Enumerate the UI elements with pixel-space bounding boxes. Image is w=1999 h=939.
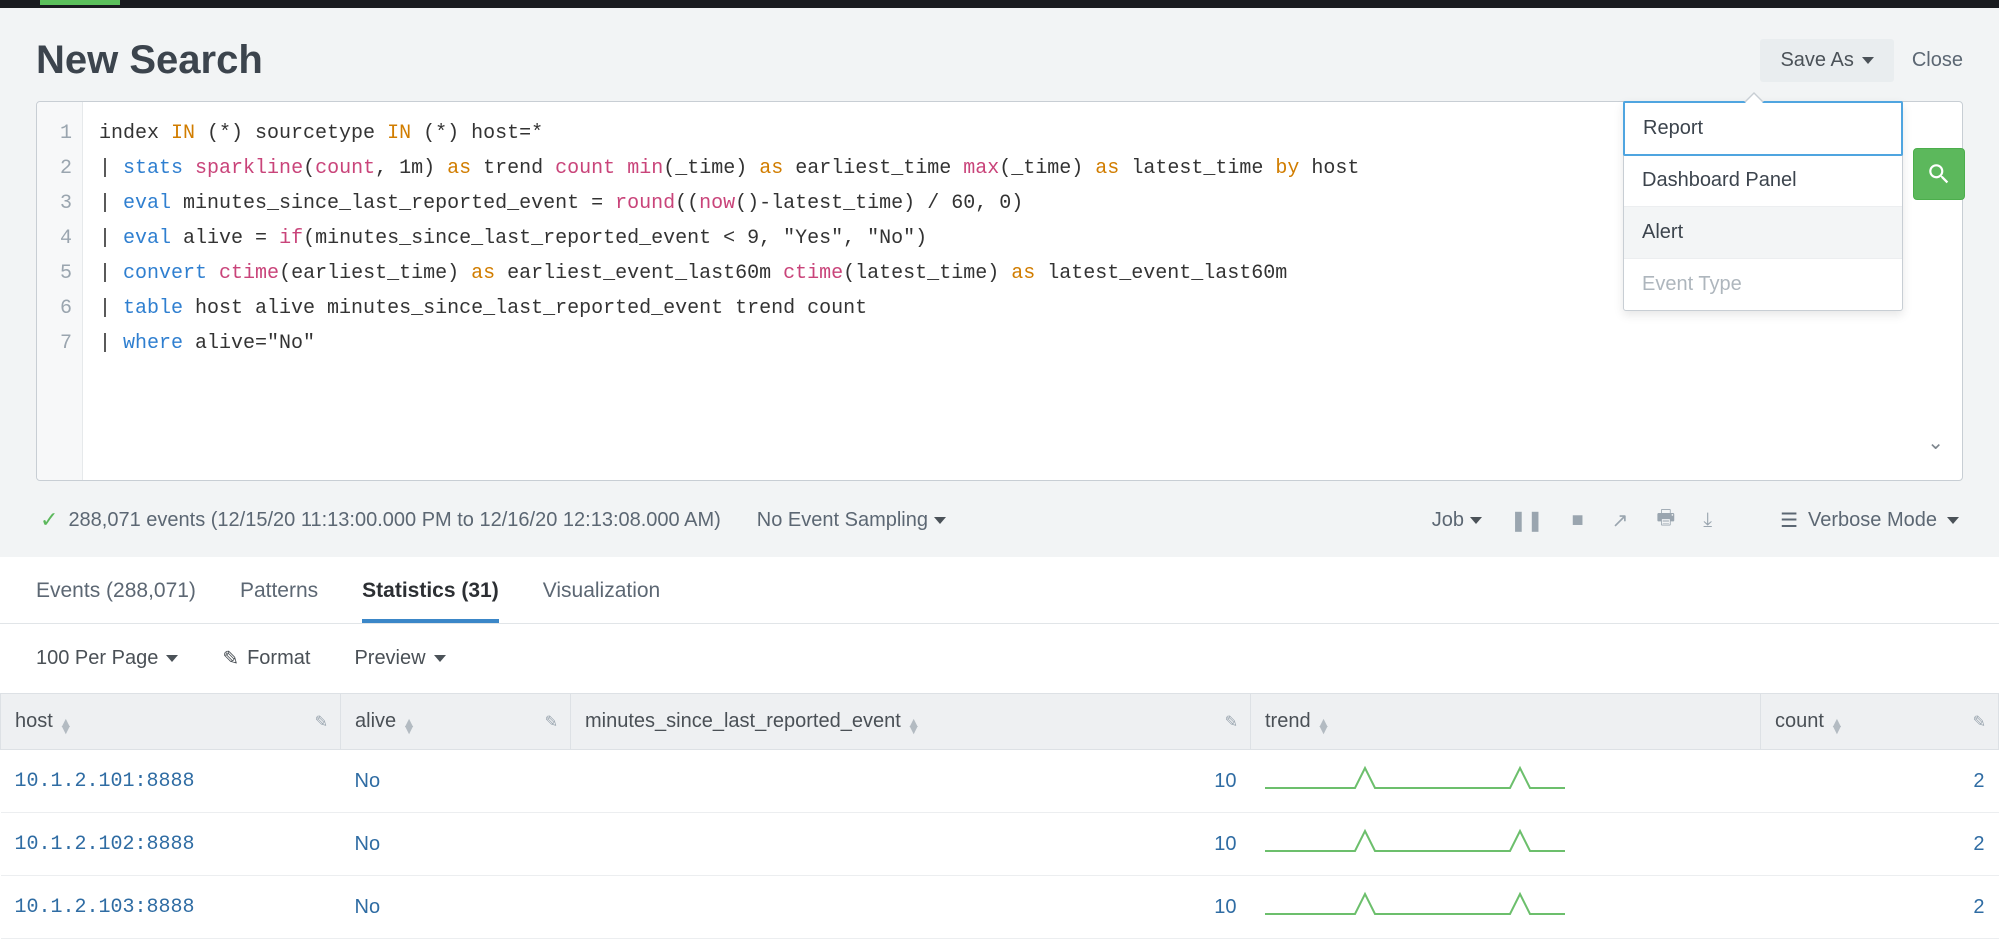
events-summary: 288,071 events (12/15/20 11:13:00.000 PM… xyxy=(68,509,720,532)
pencil-icon[interactable]: ✎ xyxy=(1225,712,1238,732)
alive-cell: No xyxy=(355,833,381,855)
tab-events[interactable]: Events (288,071) xyxy=(36,579,196,623)
alive-cell: No xyxy=(355,770,381,792)
sort-icon: ▲▼ xyxy=(1830,719,1844,733)
job-dropdown[interactable]: Job xyxy=(1432,509,1482,532)
pencil-icon[interactable]: ✎ xyxy=(545,712,558,732)
host-cell[interactable]: 10.1.2.102:8888 xyxy=(15,833,195,856)
dropdown-item-event-type: Event Type xyxy=(1624,259,1902,310)
minutes-cell: 10 xyxy=(1214,770,1236,792)
alive-cell: No xyxy=(355,896,381,918)
table-row[interactable]: 10.1.2.103:8888 No 10 2 xyxy=(1,876,1999,939)
sort-icon: ▲▼ xyxy=(1317,719,1331,733)
pencil-icon[interactable]: ✎ xyxy=(1973,712,1986,732)
sort-icon: ▲▼ xyxy=(907,719,921,733)
trend-cell xyxy=(1251,750,1761,813)
host-cell[interactable]: 10.1.2.103:8888 xyxy=(15,896,195,919)
col-host[interactable]: host▲▼✎ xyxy=(1,694,341,750)
save-as-dropdown: Report Dashboard Panel Alert Event Type xyxy=(1623,101,1903,311)
col-trend[interactable]: trend▲▼ xyxy=(1251,694,1761,750)
minutes-cell: 10 xyxy=(1214,896,1236,918)
results-table: host▲▼✎ alive▲▼✎ minutes_since_last_repo… xyxy=(0,693,1999,939)
sort-icon: ▲▼ xyxy=(402,719,416,733)
status-bar: ✓ 288,071 events (12/15/20 11:13:00.000 … xyxy=(36,493,1963,557)
mode-icon: ☰ xyxy=(1780,508,1798,533)
count-cell: 2 xyxy=(1973,833,1984,855)
col-minutes[interactable]: minutes_since_last_reported_event▲▼✎ xyxy=(571,694,1251,750)
result-tabs: Events (288,071) Patterns Statistics (31… xyxy=(0,557,1999,624)
tab-visualization[interactable]: Visualization xyxy=(543,579,661,623)
trend-cell xyxy=(1251,876,1761,939)
host-cell[interactable]: 10.1.2.101:8888 xyxy=(15,770,195,793)
download-icon[interactable]: ⤓ xyxy=(1703,509,1712,532)
caret-down-icon xyxy=(1862,57,1874,64)
page-title: New Search xyxy=(36,38,263,83)
save-as-button[interactable]: Save As xyxy=(1760,39,1893,82)
page-header: New Search Save As Close Report Dashboar… xyxy=(36,38,1963,83)
caret-down-icon xyxy=(434,655,446,662)
caret-down-icon xyxy=(934,517,946,524)
print-icon[interactable]: 🖶 xyxy=(1656,503,1675,537)
dropdown-item-report[interactable]: Report xyxy=(1623,101,1903,156)
pencil-icon[interactable]: ✎ xyxy=(315,712,328,732)
search-icon xyxy=(1926,161,1952,187)
caret-down-icon xyxy=(166,655,178,662)
sparkline xyxy=(1265,764,1565,792)
event-sampling-dropdown[interactable]: No Event Sampling xyxy=(757,509,946,532)
table-row[interactable]: 10.1.2.102:8888 No 10 2 xyxy=(1,813,1999,876)
table-header-row: host▲▼✎ alive▲▼✎ minutes_since_last_repo… xyxy=(1,694,1999,750)
tab-statistics[interactable]: Statistics (31) xyxy=(362,579,499,623)
chevron-down-icon[interactable]: ⌄ xyxy=(1927,427,1944,462)
trend-cell xyxy=(1251,813,1761,876)
dropdown-item-dashboard[interactable]: Dashboard Panel xyxy=(1624,155,1902,207)
search-mode-dropdown[interactable]: ☰ Verbose Mode xyxy=(1780,508,1959,533)
table-controls: 100 Per Page ✎ Format Preview xyxy=(0,624,1999,693)
sort-icon: ▲▼ xyxy=(59,719,73,733)
caret-down-icon xyxy=(1947,517,1959,524)
caret-down-icon xyxy=(1470,517,1482,524)
save-as-label: Save As xyxy=(1780,49,1853,72)
run-search-button[interactable] xyxy=(1913,148,1965,200)
dropdown-item-alert[interactable]: Alert xyxy=(1624,207,1902,259)
preview-dropdown[interactable]: Preview xyxy=(354,647,445,670)
perpage-dropdown[interactable]: 100 Per Page xyxy=(36,647,178,670)
sparkline xyxy=(1265,827,1565,855)
col-count[interactable]: count▲▼✎ xyxy=(1761,694,1999,750)
table-row[interactable]: 10.1.2.101:8888 No 10 2 xyxy=(1,750,1999,813)
count-cell: 2 xyxy=(1973,770,1984,792)
minutes-cell: 10 xyxy=(1214,833,1236,855)
tab-patterns[interactable]: Patterns xyxy=(240,579,318,623)
pencil-icon: ✎ xyxy=(222,646,239,671)
pause-icon[interactable]: ❚❚ xyxy=(1510,508,1544,533)
checkmark-icon: ✓ xyxy=(40,507,58,533)
app-topbar xyxy=(0,0,1999,8)
col-alive[interactable]: alive▲▼✎ xyxy=(341,694,571,750)
stop-icon[interactable]: ■ xyxy=(1571,509,1583,532)
close-button[interactable]: Close xyxy=(1912,49,1963,72)
format-button[interactable]: ✎ Format xyxy=(222,646,310,671)
count-cell: 2 xyxy=(1973,896,1984,918)
share-icon[interactable]: ↗ xyxy=(1612,508,1629,533)
line-gutter: 1 2 3 4 5 6 7 xyxy=(37,102,83,480)
sparkline xyxy=(1265,890,1565,918)
